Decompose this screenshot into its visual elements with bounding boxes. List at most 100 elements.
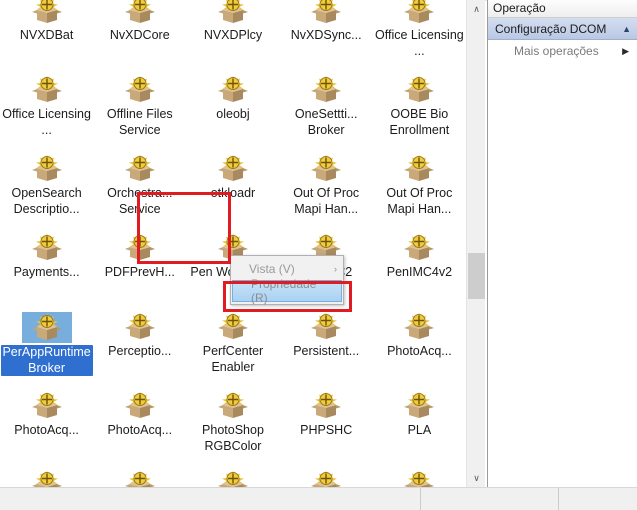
icon-grid-item[interactable]: Perceptio... [93, 308, 186, 387]
status-bar-segment-1 [0, 488, 421, 510]
icon-grid-item[interactable]: NvXDCore [93, 0, 186, 71]
icon-grid-item[interactable]: PerfCenter Enabler [186, 308, 279, 387]
icon-grid-item-label: NvXDSync... [290, 28, 362, 42]
dcom-box-icon [309, 154, 343, 184]
icon-grid-item[interactable]: Out Of Proc Mapi Han... [280, 150, 373, 229]
actions-group-dcom-config[interactable]: Configuração DCOM ▲ [488, 18, 637, 40]
icon-grid-item-label: OneSettti... Broker [294, 107, 358, 137]
icon-grid-item[interactable]: PerAppRuntimeBroker [0, 308, 93, 387]
dcom-box-icon [216, 312, 250, 342]
dcom-box-icon [309, 391, 343, 421]
dcom-box-icon [309, 312, 343, 342]
icon-grid-item-label: Office Licensing ... [2, 107, 91, 137]
dcom-icon-list-pane[interactable]: NVXDBat NvXDCore NVXDPlcy NvXDSync... Office… [0, 0, 466, 487]
actions-pane-title: Operação [488, 0, 637, 18]
icon-grid-item-label: PhotoAcq... [387, 344, 452, 358]
icon-grid-item-label: Out Of Proc Mapi Han... [386, 186, 453, 216]
icon-grid-item-label: PhotoShop RGBColor [202, 423, 264, 453]
icon-grid-item-label: Orchestra... Service [107, 186, 173, 216]
dcom-box-icon [216, 154, 250, 184]
icon-grid-item-label: NVXDBat [19, 28, 74, 42]
dcom-box-icon [402, 391, 436, 421]
icon-grid-item[interactable]: Offline Files Service [93, 71, 186, 150]
dcom-box-icon [123, 233, 157, 263]
chevron-up-icon[interactable]: ▲ [622, 24, 631, 34]
status-bar-segment-2 [421, 488, 559, 510]
icon-grid-item-label: OpenSearch Descriptio... [11, 186, 82, 216]
icon-grid-item-label: PhotoAcq... [107, 423, 173, 437]
dcom-box-icon [402, 0, 436, 26]
icon-grid-item[interactable]: PhotoAcq... [373, 308, 466, 387]
icon-grid-item[interactable]: OpenSearch Descriptio... [0, 150, 93, 229]
actions-item-more-actions[interactable]: Mais operações ▶ [488, 40, 637, 62]
icon-grid-item-label: OOBE Bio Enrollment [389, 107, 450, 137]
icon-grid-item[interactable]: PhotoAcq... [0, 387, 93, 466]
scroll-down-arrow-icon[interactable]: ∨ [467, 469, 486, 487]
dcom-box-icon [216, 391, 250, 421]
icon-grid-item[interactable]: Office Licensing ... [0, 71, 93, 150]
icon-grid-item[interactable]: NVXDBat [0, 0, 93, 71]
icon-grid-item[interactable]: Persistent... [280, 308, 373, 387]
icon-grid-item[interactable]: oleobj [186, 71, 279, 150]
dcom-box-icon [123, 154, 157, 184]
icon-grid-item[interactable]: OneSettti... Broker [280, 71, 373, 150]
dcom-box-icon [309, 470, 343, 487]
icon-grid-item-label: Out Of Proc Mapi Han... [293, 186, 360, 216]
dcom-box-icon [30, 0, 64, 26]
icon-grid-item-label: Persistent... [293, 344, 360, 358]
context-menu[interactable]: Vista (V) › Propriedade (R) [230, 255, 344, 305]
icon-grid-item[interactable]: NVXDPlcy [186, 0, 279, 71]
actions-pane: Operação Configuração DCOM ▲ Mais operaç… [487, 0, 637, 487]
dcom-box-icon [123, 391, 157, 421]
icon-grid-item[interactable]: PhotoShop RGBColor [186, 387, 279, 466]
icon-grid-item-label: PerAppRuntimeBroker [0, 345, 93, 376]
context-menu-item-label: Propriedade (R) [251, 277, 317, 305]
context-menu-item-propriedade[interactable]: Propriedade (R) [232, 277, 342, 305]
icon-grid-item[interactable]: Out Of Proc Mapi Han... [373, 150, 466, 229]
dcom-box-icon [123, 0, 157, 26]
dcom-box-icon [30, 154, 64, 184]
dcom-box-icon [309, 0, 343, 26]
dcom-box-icon [402, 154, 436, 184]
icon-grid-item-label: otkloadr [210, 186, 256, 200]
scrollbar-thumb[interactable] [468, 253, 485, 299]
icon-grid-item[interactable]: Preview Handler... [280, 466, 373, 487]
icon-grid: NVXDBat NvXDCore NVXDPlcy NvXDSync... Office… [0, 0, 466, 487]
dcom-box-icon [402, 233, 436, 263]
icon-grid-item[interactable]: PNPXAsso... [93, 466, 186, 487]
icon-grid-item[interactable]: PhotoAcq... [93, 387, 186, 466]
icon-grid-item[interactable]: PrintBrm... [373, 466, 466, 487]
actions-group-label: Configuração DCOM [495, 21, 607, 36]
icon-grid-item-label: oleobj [216, 107, 250, 121]
icon-grid-item[interactable]: Orchestra... Service [93, 150, 186, 229]
vertical-scrollbar[interactable]: ∧ ∨ [466, 0, 485, 487]
dcom-box-icon [402, 75, 436, 105]
icon-grid-item[interactable]: otkloadr [186, 150, 279, 229]
dcom-box-icon [30, 233, 64, 263]
icon-grid-item-label: PHPSHC [300, 423, 353, 437]
dcom-box-icon [123, 75, 157, 105]
icon-grid-item[interactable]: OOBE Bio Enrollment [373, 71, 466, 150]
icon-grid-item[interactable]: PotPlayerL... [186, 466, 279, 487]
icon-grid-item[interactable]: Office Licensing ... [373, 0, 466, 71]
icon-grid-item[interactable]: PLA [373, 387, 466, 466]
chevron-right-icon: ▶ [622, 45, 629, 56]
icon-grid-item[interactable]: NvXDSync... [280, 0, 373, 71]
icon-grid-item[interactable]: PDFPrevH... [93, 229, 186, 308]
icon-grid-item[interactable]: Play with Windo... [0, 466, 93, 487]
icon-grid-item[interactable]: Payments... [0, 229, 93, 308]
icon-grid-item-label: Perceptio... [108, 344, 172, 358]
dcom-box-icon [21, 312, 72, 343]
scroll-up-arrow-icon[interactable]: ∧ [467, 0, 486, 18]
dcom-box-icon [216, 75, 250, 105]
dcom-box-icon [402, 470, 436, 487]
dcom-box-icon [123, 312, 157, 342]
icon-grid-item-label: PerfCenter Enabler [202, 344, 264, 374]
icon-grid-item[interactable]: PHPSHC [280, 387, 373, 466]
icon-grid-item-label: Payments... [13, 265, 80, 279]
context-menu-item-label: Vista (V) [249, 262, 295, 276]
icon-grid-item[interactable]: PenIMC4v2 [373, 229, 466, 308]
dcom-box-icon [309, 75, 343, 105]
dcom-box-icon [30, 391, 64, 421]
icon-grid-item-label: PenIMC4v2 [386, 265, 453, 279]
